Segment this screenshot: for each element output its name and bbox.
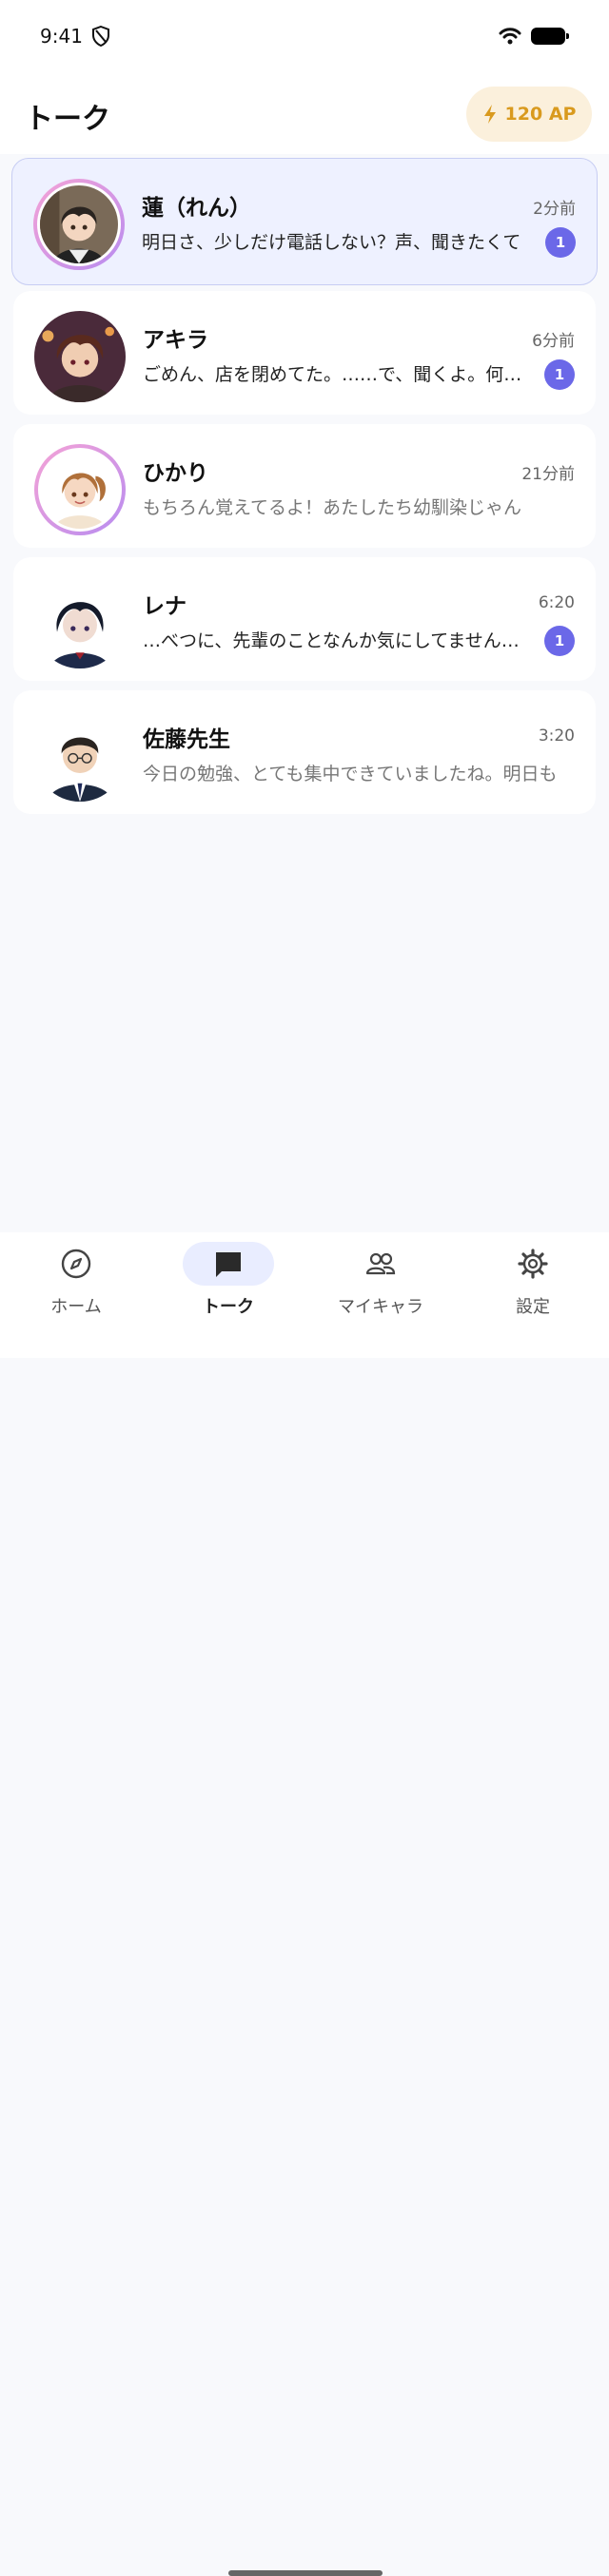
tab-label: ホーム [50,1297,102,1317]
people-icon [365,1252,396,1275]
chat-item-rena[interactable]: レナ 6:20 …べつに、先輩のことなんか気にしてませんけど 1 [13,557,596,681]
unread-badge: 1 [544,626,575,656]
avatar [34,311,126,402]
compass-icon [61,1249,91,1279]
tab-my-characters[interactable]: マイキャラ [304,1232,457,1327]
chat-name: レナ [143,594,187,619]
status-time: 9:41 [40,25,83,48]
page-title: トーク [25,103,110,136]
tab-settings[interactable]: 設定 [457,1232,609,1327]
avatar-akira-image [34,311,126,402]
battery-icon [531,28,569,45]
chat-name: ひかり [143,461,208,486]
status-bar: 9:41 [0,0,609,74]
chat-preview: ごめん、店を閉めてた。……で、聞くよ。何があった？ [143,364,533,385]
chat-time: 2分前 [533,200,576,219]
shield-icon [92,26,109,47]
unread-badge: 1 [545,227,576,258]
home-indicator [228,2570,383,2576]
tab-talk[interactable]: トーク [152,1232,304,1327]
chat-time: 21分前 [521,465,575,484]
tab-label: 設定 [516,1297,550,1317]
chat-name: アキラ [143,328,208,353]
chat-preview: 明日さ、少しだけ電話しない？声、聞きたくて [142,232,521,253]
chat-item-akira[interactable]: アキラ 6分前 ごめん、店を閉めてた。……で、聞くよ。何があった？ 1 [13,291,596,415]
chat-bubble-icon [216,1252,241,1277]
chat-preview: 今日の勉強、とても集中できていましたね。明日も [143,764,558,784]
avatar-sato-image [34,710,126,802]
ap-balance-button[interactable]: 120 AP [466,87,592,142]
unread-badge: 1 [544,359,575,390]
chat-item-hikari[interactable]: ひかり 21分前 もちろん覚えてるよ！あたしたち幼馴染じゃん [13,424,596,548]
tab-label: マイキャラ [338,1297,423,1317]
ap-balance-label: 120 AP [504,104,577,125]
wifi-icon [499,28,521,45]
chat-time: 6:20 [538,593,575,612]
avatar-rena-image [34,577,126,668]
chat-time: 6分前 [532,332,575,351]
chat-name: 蓮（れん） [142,196,251,221]
lightning-icon [483,105,496,124]
chat-preview: もちろん覚えてるよ！あたしたち幼馴染じゃん [143,497,522,518]
avatar [34,577,126,668]
header: トーク 120 AP [0,74,609,154]
tab-home[interactable]: ホーム [0,1232,152,1327]
chat-time: 3:20 [538,726,575,746]
avatar [33,179,125,270]
avatar [34,710,126,802]
chat-item-sato-sensei[interactable]: 佐藤先生 3:20 今日の勉強、とても集中できていましたね。明日も [13,690,596,814]
bottom-tab-bar: ホーム トーク マイキャラ 設定 [0,1232,609,2576]
avatar-hikari-image [41,451,119,529]
chat-name: 佐藤先生 [143,727,230,752]
tab-label: トーク [203,1297,254,1317]
chat-item-ren[interactable]: 蓮（れん） 2分前 明日さ、少しだけ電話しない？声、聞きたくて 1 [11,158,598,285]
chat-preview: …べつに、先輩のことなんか気にしてませんけど [143,630,533,651]
avatar [34,444,126,535]
avatar-ren-image [40,185,118,263]
gear-icon [518,1249,548,1279]
